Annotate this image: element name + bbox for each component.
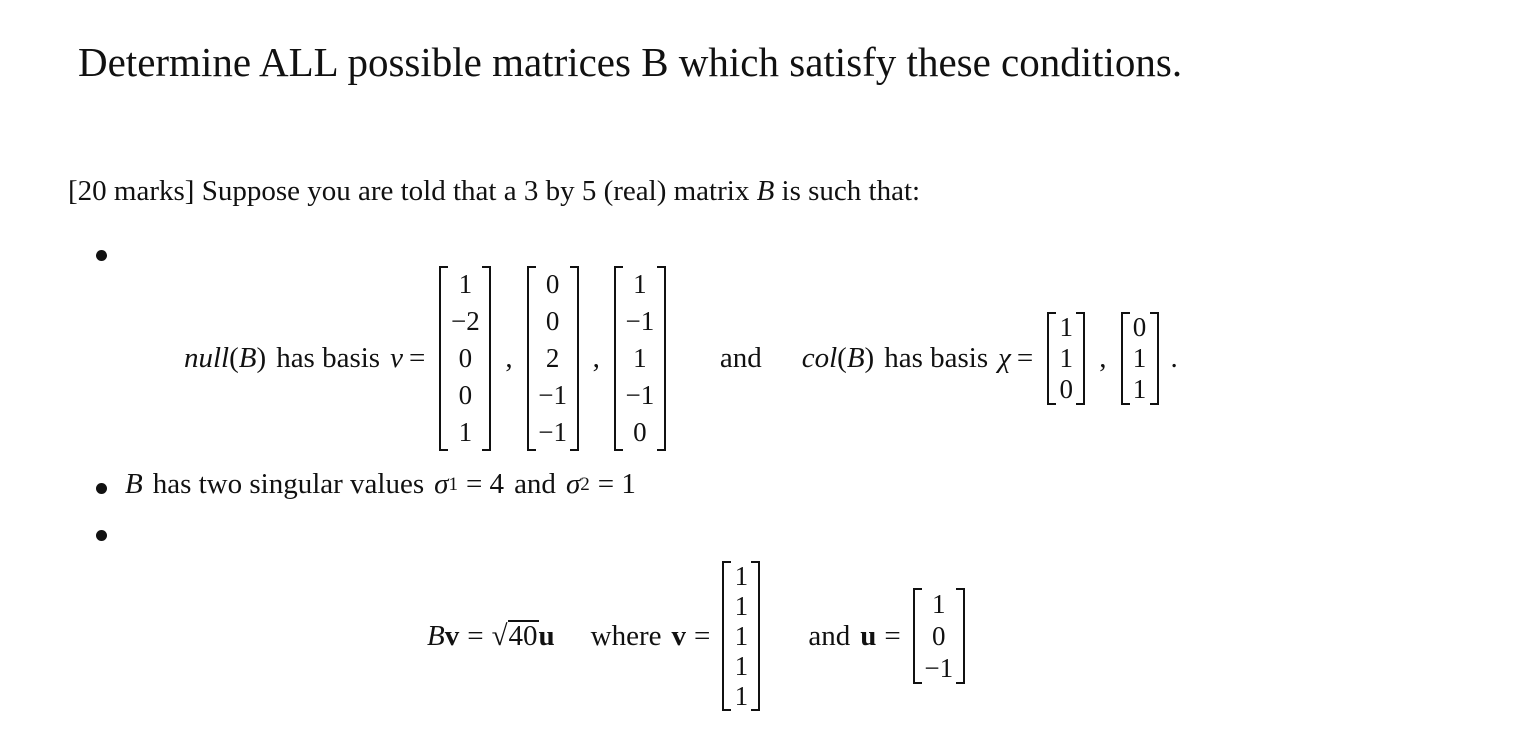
cell: 2 bbox=[545, 342, 560, 373]
cell: 1 bbox=[1059, 311, 1074, 342]
sigma1-value: = 4 bbox=[465, 468, 505, 500]
condition-null-col: null(B) has basis ν = 1 −2 0 0 1 , 0 0 2… bbox=[184, 265, 1178, 451]
problem-intro: [20 marks] Suppose you are told that a 3… bbox=[68, 175, 920, 208]
sigma-symbol: σ bbox=[434, 468, 449, 500]
matrix-var: B bbox=[756, 175, 775, 207]
period: . bbox=[1170, 341, 1178, 374]
condition-bv-eq: Bv = √ 40 u where v = 1 1 1 1 1 and u = 1… bbox=[427, 546, 969, 726]
equals: = bbox=[1016, 341, 1034, 374]
cell: 0 bbox=[458, 342, 473, 373]
subscript: 2 bbox=[580, 473, 590, 495]
paren: ) bbox=[256, 341, 267, 374]
vector-u: u bbox=[538, 619, 555, 652]
comma: , bbox=[592, 341, 600, 374]
cell: 1 bbox=[734, 651, 749, 681]
cell: 1 bbox=[734, 621, 749, 651]
and-text: and bbox=[808, 619, 851, 652]
cell: −1 bbox=[625, 379, 655, 410]
has-basis-text: has basis bbox=[276, 341, 381, 374]
null-label: null bbox=[184, 341, 230, 374]
cell: 0 bbox=[931, 621, 946, 651]
intro-text: Suppose you are told that a 3 by 5 (real… bbox=[201, 175, 750, 207]
cell: −1 bbox=[924, 653, 954, 683]
has-basis-text: has basis bbox=[884, 341, 989, 374]
intro-tail: is such that: bbox=[781, 175, 921, 207]
radicand: 40 bbox=[507, 619, 539, 652]
bullet-3 bbox=[96, 530, 107, 541]
paren: ) bbox=[864, 341, 875, 374]
matrix-var: B bbox=[427, 619, 445, 652]
sqrt-expression: √ 40 bbox=[491, 619, 539, 653]
cell: 1 bbox=[633, 342, 647, 373]
cell: −1 bbox=[538, 416, 567, 447]
nu-symbol: ν bbox=[390, 341, 403, 374]
cell: 1 bbox=[633, 268, 647, 299]
cell: −1 bbox=[625, 305, 655, 336]
bullet-2 bbox=[96, 483, 107, 494]
col-label: col bbox=[801, 341, 838, 374]
and-text: and bbox=[719, 341, 762, 374]
comma: , bbox=[505, 341, 513, 374]
cell: 0 bbox=[545, 305, 560, 336]
bullet-1 bbox=[96, 250, 107, 261]
cell: 0 bbox=[458, 379, 473, 410]
cell: 0 bbox=[1132, 311, 1147, 342]
equals: = bbox=[408, 341, 426, 374]
cell: 1 bbox=[734, 591, 749, 621]
vector-u: u bbox=[860, 619, 877, 652]
vector-v: v bbox=[444, 619, 460, 652]
col-basis-vector-2: 0 1 1 bbox=[1120, 311, 1159, 405]
sqrt-sign: √ bbox=[491, 619, 508, 652]
cell: 1 bbox=[734, 561, 749, 591]
paren: ( bbox=[837, 341, 847, 374]
paren: ( bbox=[229, 341, 239, 374]
v-vector: 1 1 1 1 1 bbox=[722, 561, 761, 711]
and-text: and bbox=[514, 468, 556, 500]
subscript: 1 bbox=[448, 473, 458, 495]
cell: 0 bbox=[633, 416, 647, 447]
condition-singular-values: B has two singular values σ1 = 4 and σ2 … bbox=[125, 468, 636, 501]
cell: 0 bbox=[1059, 373, 1074, 404]
matrix-var: B bbox=[846, 341, 865, 374]
comma: , bbox=[1099, 341, 1107, 374]
equals: = bbox=[884, 619, 901, 652]
col-basis-vector-1: 1 1 0 bbox=[1047, 311, 1086, 405]
u-vector: 1 0 −1 bbox=[912, 588, 965, 684]
cell: −1 bbox=[538, 379, 567, 410]
cell: 1 bbox=[931, 589, 946, 619]
cell: 1 bbox=[458, 416, 473, 447]
cell: −2 bbox=[450, 305, 480, 336]
null-basis-vector-2: 0 0 2 −1 −1 bbox=[526, 265, 579, 451]
chi-symbol: χ bbox=[998, 341, 1011, 374]
page-title: Determine ALL possible matrices B which … bbox=[78, 39, 1183, 85]
cell: 1 bbox=[734, 681, 749, 711]
cell: 1 bbox=[458, 268, 473, 299]
marks-label: [20 marks] bbox=[68, 175, 195, 207]
equals: = bbox=[693, 619, 711, 652]
cell: 0 bbox=[545, 268, 560, 299]
equals: = bbox=[467, 619, 484, 652]
cell: 1 bbox=[1132, 373, 1147, 404]
cell: 1 bbox=[1059, 342, 1074, 373]
matrix-var: B bbox=[125, 468, 143, 500]
null-basis-vector-1: 1 −2 0 0 1 bbox=[439, 265, 492, 451]
where-text: where bbox=[590, 619, 662, 652]
singular-values-text: has two singular values bbox=[152, 468, 425, 500]
sigma2-value: = 1 bbox=[597, 468, 636, 500]
vector-v: v bbox=[671, 619, 686, 652]
null-basis-vector-3: 1 −1 1 −1 0 bbox=[613, 265, 666, 451]
sigma-symbol: σ bbox=[565, 468, 581, 500]
cell: 1 bbox=[1132, 342, 1147, 373]
matrix-var: B bbox=[238, 341, 257, 374]
